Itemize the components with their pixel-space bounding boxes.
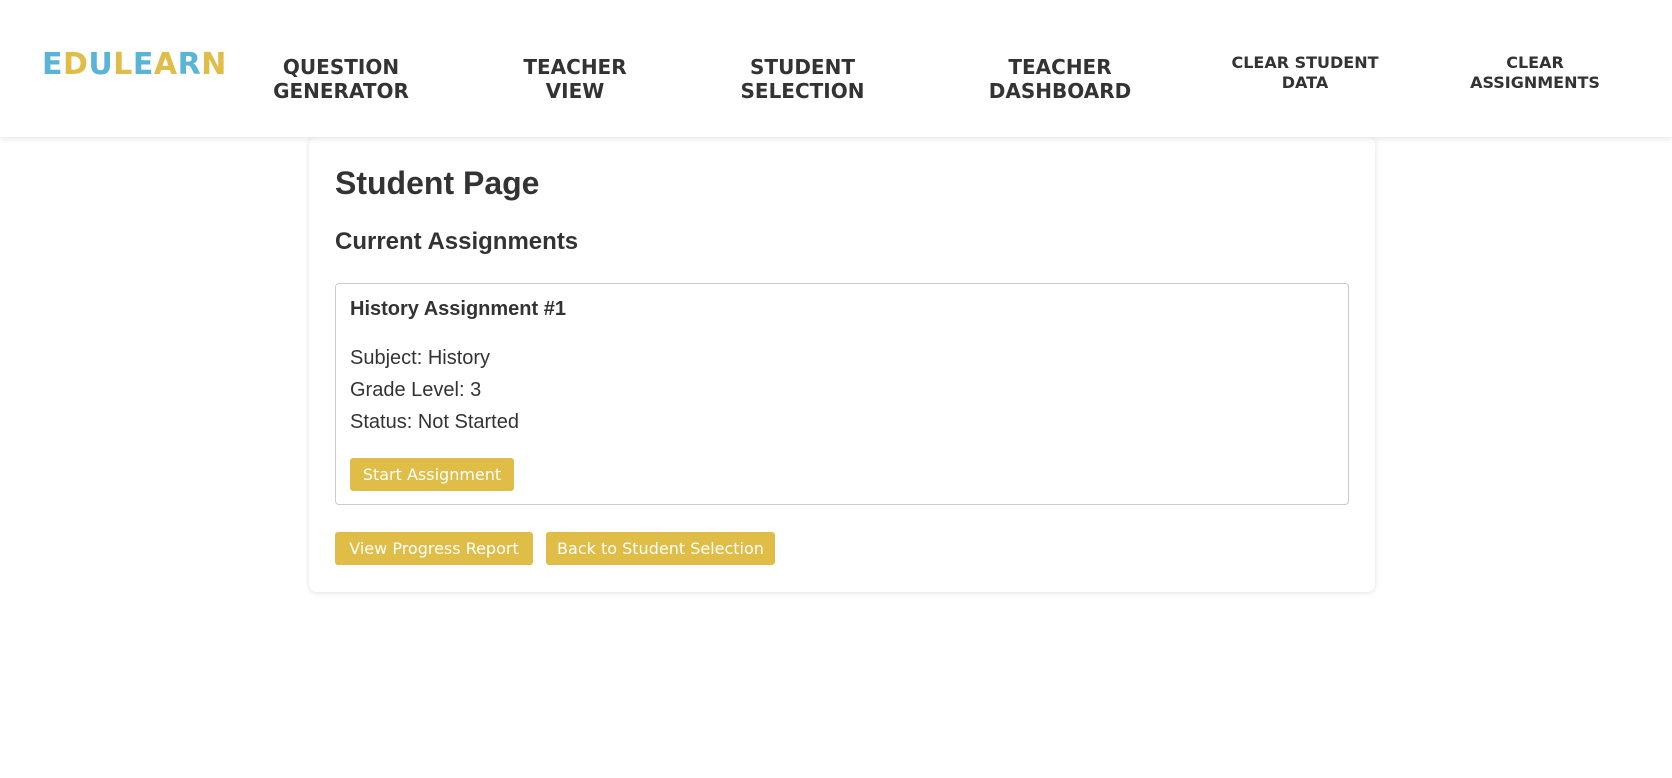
nav-clear-student-data[interactable]: CLEAR STUDENT DATA <box>1225 53 1385 93</box>
assignment-status: Status: Not Started <box>350 411 519 433</box>
view-progress-report-button[interactable]: View Progress Report <box>335 532 533 565</box>
page-title: Student Page <box>335 165 540 201</box>
logo-letter: U <box>88 47 114 82</box>
assignment-subject: Subject: History <box>350 347 491 369</box>
back-to-student-selection-button[interactable]: Back to Student Selection <box>546 532 775 565</box>
assignment-card: History Assignment #1 Subject: History G… <box>335 283 1349 505</box>
section-title-current-assignments: Current Assignments <box>335 228 579 255</box>
logo-letter: E <box>132 47 154 82</box>
assignment-title: History Assignment #1 <box>350 298 566 320</box>
logo-letter: A <box>153 47 178 82</box>
logo-letter: L <box>113 47 133 82</box>
logo-letter: E <box>42 47 63 82</box>
student-page-card: Student Page Current Assignments History… <box>309 137 1375 592</box>
logo-letter: R <box>177 47 202 82</box>
nav-student-selection[interactable]: STUDENT SELECTION <box>725 55 880 104</box>
nav-teacher-view[interactable]: TEACHER VIEW <box>500 55 650 104</box>
top-navbar: EDULEARN QUESTION GENERATOR TEACHER VIEW… <box>0 0 1672 137</box>
logo-letter: N <box>201 47 227 82</box>
start-assignment-button[interactable]: Start Assignment <box>350 458 514 491</box>
assignment-grade-level: Grade Level: 3 <box>350 379 482 401</box>
nav-question-generator[interactable]: QUESTION GENERATOR <box>261 55 421 104</box>
nav-clear-assignments[interactable]: CLEAR ASSIGNMENTS <box>1460 53 1610 93</box>
edulearn-logo[interactable]: EDULEARN <box>42 47 227 82</box>
logo-letter: D <box>63 47 89 82</box>
nav-teacher-dashboard[interactable]: TEACHER DASHBOARD <box>970 55 1150 104</box>
